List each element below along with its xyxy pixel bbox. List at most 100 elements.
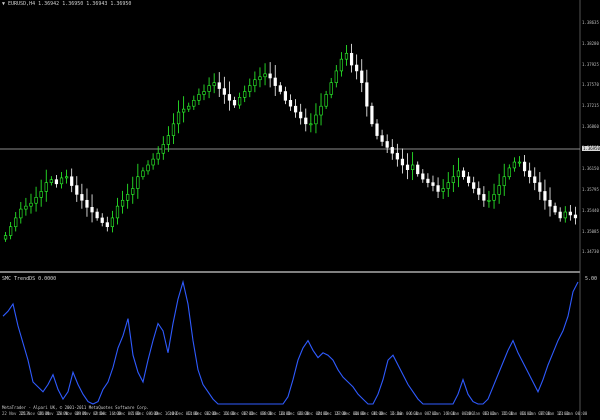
candle-body bbox=[268, 73, 272, 79]
candle-body bbox=[238, 97, 242, 106]
candle-body bbox=[176, 111, 181, 125]
candle-body bbox=[19, 208, 23, 219]
candle-body bbox=[487, 199, 491, 202]
candle-body bbox=[324, 94, 328, 107]
candle-body bbox=[59, 177, 64, 185]
candle-body bbox=[110, 217, 115, 228]
candle-body bbox=[273, 77, 277, 86]
candle-body bbox=[339, 58, 343, 72]
candle-body bbox=[258, 76, 262, 81]
candle-body bbox=[431, 182, 435, 186]
candles-layer bbox=[3, 43, 578, 242]
candle-body bbox=[212, 82, 216, 86]
price-tick-label: 1.36860 bbox=[582, 124, 599, 129]
candle-body bbox=[309, 123, 313, 126]
candle-body bbox=[248, 85, 252, 92]
candle-body bbox=[44, 182, 48, 192]
candle-body bbox=[502, 176, 506, 186]
candle-body bbox=[563, 211, 567, 219]
candle-body bbox=[477, 188, 481, 195]
candle-body bbox=[24, 205, 28, 210]
candle-body bbox=[299, 111, 303, 119]
candle-body bbox=[263, 73, 267, 78]
price-tick-label: 1.38280 bbox=[582, 41, 599, 46]
candle-body bbox=[355, 64, 359, 72]
candle-body bbox=[75, 185, 79, 195]
candle-body bbox=[370, 105, 374, 125]
candle-body bbox=[100, 217, 104, 223]
candle-body bbox=[411, 164, 415, 170]
candle-body bbox=[90, 207, 94, 213]
candle-body bbox=[334, 70, 338, 83]
candle-body bbox=[395, 152, 399, 160]
candle-body bbox=[70, 176, 74, 186]
price-tick-label: 1.37215 bbox=[582, 103, 599, 108]
candle-body bbox=[217, 82, 221, 89]
price-tick-label: 1.35440 bbox=[582, 208, 599, 213]
candle-body bbox=[278, 85, 282, 92]
candle-body bbox=[65, 176, 69, 179]
candle-body bbox=[293, 105, 298, 113]
candle-body bbox=[568, 211, 572, 216]
candle-body bbox=[512, 161, 516, 169]
candle-body bbox=[365, 82, 369, 107]
indicator-label: SMC TrendDS 0.0000 bbox=[2, 276, 57, 282]
candle-body bbox=[232, 100, 237, 106]
candle-body bbox=[385, 141, 389, 148]
price-axis: 1.38635 1.38280 1.37925 1.37570 1.37215 1.368… bbox=[580, 0, 600, 420]
candle-body bbox=[492, 194, 496, 201]
candle-body bbox=[131, 188, 135, 195]
footer-copyright: MetaTrader - Alpari UK, © 2001-2011 Meta… bbox=[2, 405, 149, 410]
candle-body bbox=[85, 199, 89, 208]
candle-body bbox=[197, 94, 201, 101]
candle-body bbox=[120, 199, 125, 207]
candle-body bbox=[156, 152, 160, 160]
candle-body bbox=[472, 182, 476, 189]
price-tick-label: 1.37570 bbox=[582, 82, 599, 87]
price-tick-label: 1.34730 bbox=[582, 249, 599, 254]
candle-body bbox=[329, 82, 333, 95]
candle-body bbox=[528, 170, 532, 178]
candle-body bbox=[29, 202, 33, 207]
candle-body bbox=[466, 176, 471, 183]
candle-body bbox=[497, 185, 501, 195]
candle-body bbox=[375, 123, 379, 136]
candle-body bbox=[288, 100, 293, 107]
candle-body bbox=[421, 173, 425, 180]
candle-body bbox=[390, 147, 394, 154]
candle-body bbox=[202, 91, 206, 95]
candle-body bbox=[507, 167, 511, 178]
candle-body bbox=[95, 211, 99, 219]
date-tick-label: 21 Jan 00:00 bbox=[558, 411, 588, 416]
candle-body bbox=[461, 170, 466, 178]
candle-body bbox=[349, 52, 354, 66]
current-price-label: 1.36950 bbox=[582, 146, 600, 151]
candle-body bbox=[141, 170, 145, 178]
candle-body bbox=[416, 164, 420, 175]
candle-body bbox=[436, 185, 440, 192]
candle-body bbox=[3, 235, 8, 240]
candle-body bbox=[405, 164, 410, 170]
candle-body bbox=[344, 52, 349, 60]
candle-body bbox=[34, 197, 38, 204]
candle-body bbox=[161, 144, 165, 154]
candle-body bbox=[456, 170, 461, 178]
price-tick-label: 1.36150 bbox=[582, 166, 599, 171]
candle-body bbox=[182, 108, 186, 113]
candle-body bbox=[222, 88, 226, 95]
candle-body bbox=[80, 194, 84, 201]
candle-body bbox=[227, 94, 232, 101]
candle-body bbox=[136, 176, 140, 189]
candle-body bbox=[192, 100, 196, 107]
candle-body bbox=[9, 226, 13, 236]
candle-body bbox=[573, 214, 578, 219]
candle-body bbox=[314, 114, 318, 125]
candle-body bbox=[400, 158, 405, 166]
candle-body bbox=[522, 161, 527, 172]
candle-body bbox=[426, 178, 430, 183]
candle-body bbox=[146, 164, 150, 172]
candle-body bbox=[553, 205, 557, 213]
candle-body bbox=[283, 91, 288, 101]
candle-body bbox=[187, 105, 191, 110]
price-chart[interactable] bbox=[0, 0, 600, 420]
